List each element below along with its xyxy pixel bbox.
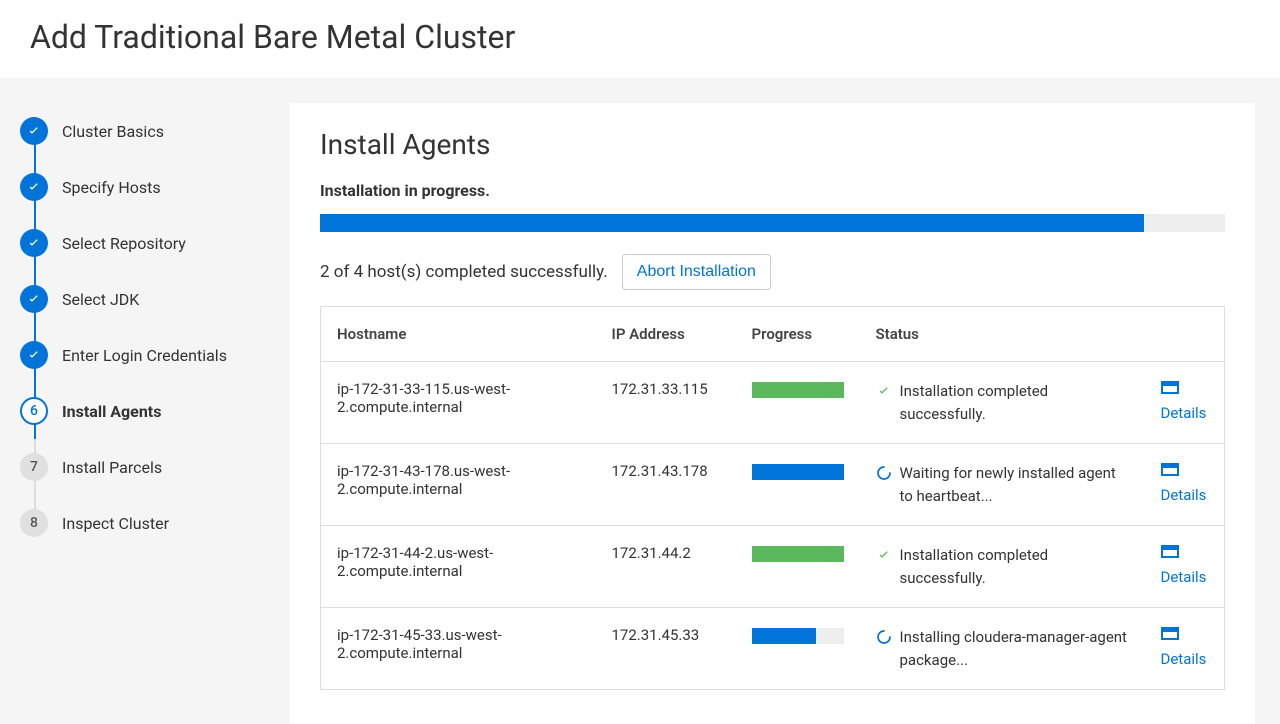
status-text: Installation completed successfully. bbox=[900, 380, 1129, 425]
section-heading: Install Agents bbox=[320, 128, 1225, 161]
wizard-steps-sidebar: Cluster Basics Specify Hosts Select Reposi… bbox=[0, 78, 290, 724]
table-row: ip-172-31-33-115.us-west-2.compute.inter… bbox=[321, 362, 1225, 444]
hostname-cell: ip-172-31-43-178.us-west-2.compute.inter… bbox=[321, 444, 596, 526]
step-label: Install Agents bbox=[62, 402, 161, 421]
table-row: ip-172-31-45-33.us-west-2.compute.intern… bbox=[321, 608, 1225, 690]
step-label: Specify Hosts bbox=[62, 178, 161, 197]
status-cell: Installation completed successfully. bbox=[860, 526, 1145, 608]
details-cell: Details bbox=[1145, 362, 1225, 444]
check-icon bbox=[20, 285, 48, 313]
step-label: Select JDK bbox=[62, 290, 139, 309]
wizard-step[interactable]: Cluster Basics bbox=[20, 103, 270, 159]
details-link[interactable]: Details bbox=[1161, 568, 1209, 586]
table-row: ip-172-31-44-2.us-west-2.compute.interna… bbox=[321, 526, 1225, 608]
hostname-cell: ip-172-31-44-2.us-west-2.compute.interna… bbox=[321, 526, 596, 608]
check-icon bbox=[20, 173, 48, 201]
hostname-cell: ip-172-31-45-33.us-west-2.compute.intern… bbox=[321, 608, 596, 690]
col-status: Status bbox=[860, 307, 1145, 362]
check-icon bbox=[876, 544, 892, 567]
progress-cell bbox=[736, 526, 860, 608]
check-icon bbox=[20, 117, 48, 145]
progress-cell bbox=[736, 608, 860, 690]
step-label: Cluster Basics bbox=[62, 122, 164, 141]
summary-text: 2 of 4 host(s) completed successfully. bbox=[320, 262, 608, 282]
ip-cell: 172.31.33.115 bbox=[596, 362, 736, 444]
col-progress: Progress bbox=[736, 307, 860, 362]
ip-cell: 172.31.43.178 bbox=[596, 444, 736, 526]
wizard-step[interactable]: 7 Install Parcels bbox=[20, 439, 270, 495]
row-progress-bar bbox=[752, 382, 844, 398]
row-progress-bar bbox=[752, 464, 844, 480]
col-ip: IP Address bbox=[596, 307, 736, 362]
abort-install-button[interactable]: Abort Installation bbox=[622, 254, 771, 290]
progress-cell bbox=[736, 444, 860, 526]
page-title: Add Traditional Bare Metal Cluster bbox=[30, 18, 1250, 56]
col-hostname: Hostname bbox=[321, 307, 596, 362]
col-details bbox=[1145, 307, 1225, 362]
status-cell: Installation completed successfully. bbox=[860, 362, 1145, 444]
step-label: Inspect Cluster bbox=[62, 514, 169, 533]
overall-progress-bar bbox=[320, 214, 1225, 232]
wizard-step[interactable]: 6 Install Agents bbox=[20, 383, 270, 439]
step-label: Select Repository bbox=[62, 234, 186, 253]
status-cell: Waiting for newly installed agent to hea… bbox=[860, 444, 1145, 526]
check-icon bbox=[20, 229, 48, 257]
check-icon bbox=[20, 341, 48, 369]
status-text: Installation completed successfully. bbox=[900, 544, 1129, 589]
wizard-step[interactable]: Enter Login Credentials bbox=[20, 327, 270, 383]
row-progress-bar bbox=[752, 546, 844, 562]
details-cell: Details bbox=[1145, 526, 1225, 608]
status-text: Waiting for newly installed agent to hea… bbox=[900, 462, 1129, 507]
step-label: Enter Login Credentials bbox=[62, 346, 227, 365]
wizard-step[interactable]: Specify Hosts bbox=[20, 159, 270, 215]
main-panel: Install Agents Installation in progress.… bbox=[290, 103, 1255, 724]
spinner-icon bbox=[876, 462, 892, 485]
status-text: Installing cloudera-manager-agent packag… bbox=[900, 626, 1129, 671]
step-label: Install Parcels bbox=[62, 458, 162, 477]
step-number-icon: 6 bbox=[20, 397, 48, 425]
row-progress-bar bbox=[752, 628, 844, 644]
progress-cell bbox=[736, 362, 860, 444]
step-number-icon: 8 bbox=[20, 509, 48, 537]
details-cell: Details bbox=[1145, 444, 1225, 526]
check-icon bbox=[876, 380, 892, 403]
details-link[interactable]: Details bbox=[1161, 404, 1209, 422]
details-link[interactable]: Details bbox=[1161, 486, 1209, 504]
status-cell: Installing cloudera-manager-agent packag… bbox=[860, 608, 1145, 690]
spinner-icon bbox=[876, 626, 892, 649]
wizard-step[interactable]: Select Repository bbox=[20, 215, 270, 271]
step-number-icon: 7 bbox=[20, 453, 48, 481]
details-icon bbox=[1161, 627, 1179, 640]
install-status-text: Installation in progress. bbox=[320, 181, 1225, 200]
details-cell: Details bbox=[1145, 608, 1225, 690]
details-icon bbox=[1161, 545, 1179, 558]
ip-cell: 172.31.44.2 bbox=[596, 526, 736, 608]
details-link[interactable]: Details bbox=[1161, 650, 1209, 668]
wizard-step[interactable]: Select JDK bbox=[20, 271, 270, 327]
details-icon bbox=[1161, 381, 1179, 394]
hostname-cell: ip-172-31-33-115.us-west-2.compute.inter… bbox=[321, 362, 596, 444]
details-icon bbox=[1161, 463, 1179, 476]
table-row: ip-172-31-43-178.us-west-2.compute.inter… bbox=[321, 444, 1225, 526]
hosts-table: Hostname IP Address Progress Status ip-1… bbox=[320, 306, 1225, 690]
ip-cell: 172.31.45.33 bbox=[596, 608, 736, 690]
wizard-step[interactable]: 8 Inspect Cluster bbox=[20, 495, 270, 551]
